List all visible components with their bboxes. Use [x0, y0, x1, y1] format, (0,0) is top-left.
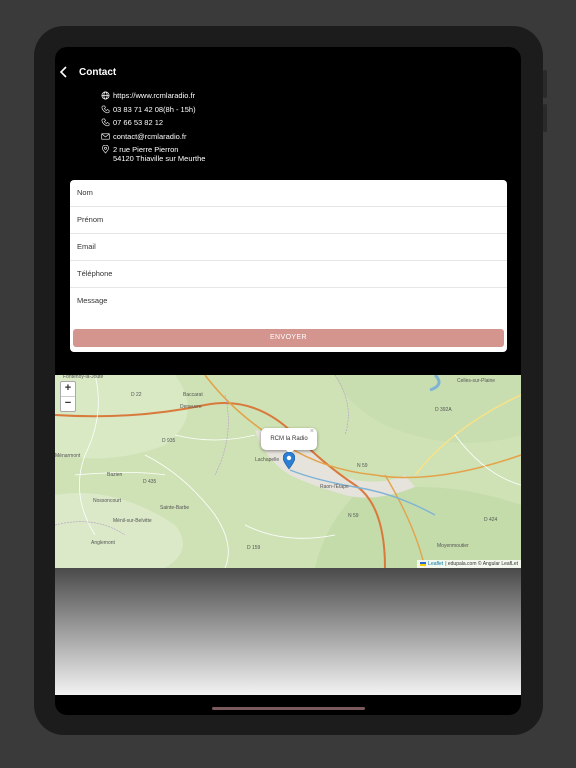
side-button: [543, 104, 547, 132]
map-label: Nossoncourt: [93, 498, 122, 504]
globe-icon: [101, 91, 110, 100]
map-label: Baccarat: [183, 392, 203, 398]
map-label: Deneuvre: [180, 404, 202, 410]
zoom-in-button[interactable]: +: [61, 382, 75, 397]
map-labels: Fontenoy-la-Joûte Baccarat Deneuvre D 22…: [55, 375, 498, 551]
map[interactable]: Fontenoy-la-Joûte Baccarat Deneuvre D 22…: [55, 375, 521, 568]
location-pin-icon: [101, 145, 110, 154]
phone1-text[interactable]: 03 83 71 42 08(8h - 15h): [113, 105, 196, 114]
map-label: Celles-sur-Plaine: [457, 378, 495, 384]
map-label: Anglemont: [91, 540, 116, 546]
zoom-out-button[interactable]: −: [61, 397, 75, 411]
email-text[interactable]: contact@rcmlaradio.fr: [113, 132, 186, 141]
map-label: D 159: [247, 545, 261, 551]
phone-icon: [101, 118, 110, 127]
attribution-text: | edupala.com © Angular LeafLet: [445, 561, 518, 567]
map-popup: RCM la Radio ×: [261, 428, 317, 454]
ukraine-flag-icon: [420, 562, 427, 566]
contact-form: Nom Prénom Email Téléphone Message ENVOY…: [70, 180, 507, 352]
phone1-row[interactable]: 03 83 71 42 08(8h - 15h): [101, 105, 205, 119]
website-row[interactable]: https://www.rcmlaradio.fr: [101, 91, 205, 105]
map-label: Sainte-Barbe: [160, 505, 189, 511]
nom-field[interactable]: Nom: [70, 180, 507, 207]
map-label: Ménil-sur-Belvitte: [113, 518, 152, 524]
side-button: [543, 70, 547, 98]
map-label: Lachapelle: [255, 457, 279, 463]
address-row[interactable]: 2 rue Pierre Pierron 54120 Thiaville sur…: [101, 145, 205, 165]
map-marker-icon[interactable]: [282, 451, 296, 470]
gradient-area: [55, 568, 521, 695]
website-link[interactable]: https://www.rcmlaradio.fr: [113, 91, 195, 100]
email-row[interactable]: contact@rcmlaradio.fr: [101, 132, 205, 146]
map-label: D 424: [484, 517, 498, 523]
home-indicator[interactable]: [212, 707, 365, 710]
map-label: D 435: [143, 479, 157, 485]
map-label: Moyenmoutier: [437, 543, 469, 549]
app-header: Contact: [55, 65, 521, 83]
map-label: D 392A: [435, 407, 452, 413]
map-label: Bazien: [107, 472, 123, 478]
zoom-control: + −: [60, 381, 76, 412]
app-screen: Contact https://www.rcmlaradio.fr 03 83 …: [55, 47, 521, 715]
map-label: D 935: [162, 438, 176, 444]
map-attribution: Leaflet | edupala.com © Angular LeafLet: [417, 560, 521, 568]
telephone-field[interactable]: Téléphone: [70, 261, 507, 288]
popup-close-button[interactable]: ×: [310, 421, 314, 443]
map-label: N 59: [348, 513, 359, 519]
address-line1: 2 rue Pierre Pierron: [113, 145, 179, 154]
back-button[interactable]: [59, 65, 75, 83]
prenom-field[interactable]: Prénom: [70, 207, 507, 234]
email-field[interactable]: Email: [70, 234, 507, 261]
map-label: N 59: [357, 463, 368, 469]
phone2-row[interactable]: 07 66 53 82 12: [101, 118, 205, 132]
chevron-left-icon: [59, 66, 67, 78]
address-line2: 54120 Thiaville sur Meurthe: [113, 154, 206, 163]
phone2-text[interactable]: 07 66 53 82 12: [113, 118, 163, 127]
popup-label: RCM la Radio: [270, 436, 308, 442]
page-title: Contact: [79, 67, 117, 78]
contact-info: https://www.rcmlaradio.fr 03 83 71 42 08…: [101, 91, 205, 165]
mail-icon: [101, 132, 110, 141]
map-label: Raon-l'Étape: [320, 483, 349, 490]
message-field[interactable]: Message: [70, 288, 507, 326]
map-label: Fontenoy-la-Joûte: [63, 375, 104, 380]
map-label: Ménarmont: [55, 453, 81, 459]
map-label: D 22: [131, 392, 142, 398]
phone-icon: [101, 105, 110, 114]
leaflet-link[interactable]: Leaflet: [428, 561, 443, 567]
send-button[interactable]: ENVOYER: [73, 329, 504, 347]
